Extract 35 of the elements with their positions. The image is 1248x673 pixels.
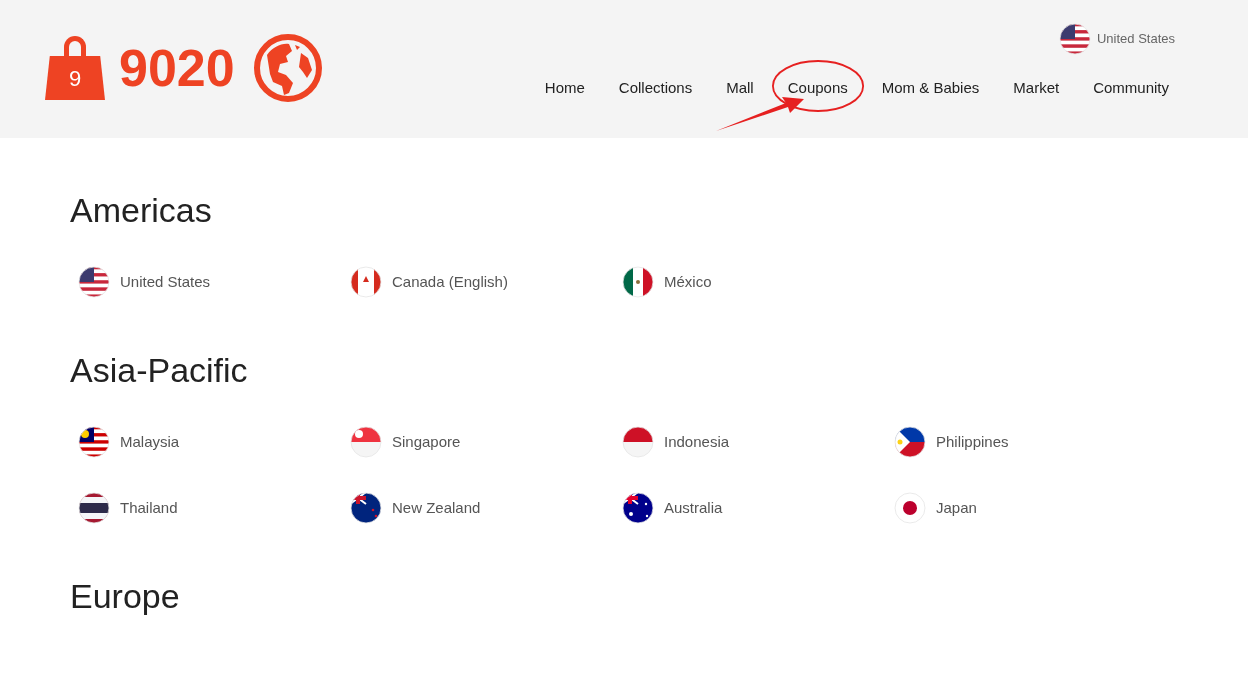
flag-icon xyxy=(350,266,382,298)
country-link[interactable]: New Zealand xyxy=(392,496,481,520)
flag-icon xyxy=(78,426,110,458)
country-link[interactable]: Malaysia xyxy=(120,430,180,454)
country-link[interactable]: Indonesia xyxy=(664,430,730,454)
flag-icon xyxy=(894,492,926,524)
country-link[interactable]: Singapore xyxy=(392,430,461,454)
flag-icon xyxy=(622,426,654,458)
nav-link[interactable]: Community xyxy=(1087,76,1175,100)
nav-link[interactable]: Market xyxy=(1007,76,1066,100)
flag-icon xyxy=(622,266,654,298)
region-heading: Asia-Pacific xyxy=(70,350,249,391)
country-link[interactable]: Japan xyxy=(936,496,977,520)
flag-icon xyxy=(894,426,926,458)
country-link[interactable]: Canada (English) xyxy=(392,270,508,294)
flag-icon xyxy=(78,266,110,298)
country-link[interactable]: Thailand xyxy=(120,496,178,520)
globe-icon xyxy=(252,33,323,103)
flag-icon xyxy=(350,492,382,524)
flag-icon xyxy=(1058,22,1091,55)
flag-icon xyxy=(350,426,382,458)
nav-link[interactable]: Mall xyxy=(720,76,760,100)
country-link[interactable]: United States xyxy=(120,270,211,294)
logo-text: 9020 xyxy=(119,42,235,94)
region-heading: Europe xyxy=(70,576,181,617)
nav-link[interactable]: Collections xyxy=(612,76,699,100)
region-selector[interactable]: United States xyxy=(1096,29,1175,49)
country-link[interactable]: Australia xyxy=(664,496,723,520)
nav-link[interactable]: Mom & Babies xyxy=(875,76,986,100)
country-link[interactable]: México xyxy=(664,270,712,294)
region-heading: Americas xyxy=(70,190,213,231)
nav-link[interactable]: Home xyxy=(538,76,591,100)
flag-icon xyxy=(622,492,654,524)
flag-icon xyxy=(78,492,110,524)
country-link[interactable]: Philippines xyxy=(936,430,1009,454)
